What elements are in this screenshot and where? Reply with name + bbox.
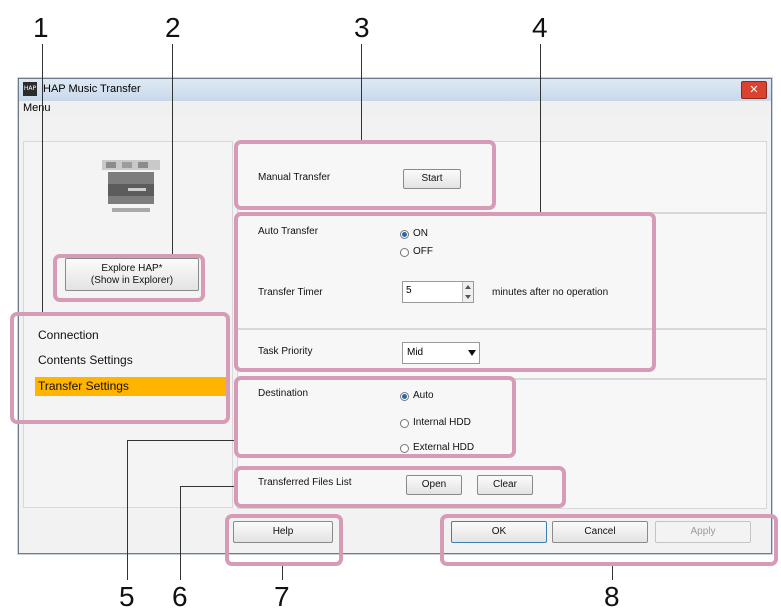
highlight-7-help: [225, 514, 343, 566]
close-button[interactable]: ✕: [741, 81, 767, 99]
highlight-1-nav: [10, 312, 230, 424]
menu-bar: Menu: [19, 101, 771, 117]
callout-4-line: [540, 44, 541, 212]
callout-8-line: [612, 566, 613, 580]
callout-1-line: [42, 44, 43, 312]
app-logo-icon: HAP: [23, 82, 37, 96]
callout-6-elbow: [180, 486, 237, 487]
callout-5-line: [127, 440, 128, 580]
callout-7: 7: [274, 581, 290, 612]
callout-5: 5: [119, 581, 135, 612]
callout-2-line: [172, 44, 173, 254]
highlight-2-explore: [53, 254, 205, 302]
callout-6: 6: [172, 581, 188, 612]
callout-6-line: [180, 486, 181, 580]
callout-7-line: [282, 566, 283, 580]
callout-4: 4: [532, 12, 548, 43]
device-icon: [100, 158, 162, 222]
highlight-3-manual: [234, 140, 496, 210]
title-bar: HAP HAP Music Transfer ✕: [19, 79, 771, 101]
callout-2: 2: [165, 12, 181, 43]
highlight-8-dialog-buttons: [440, 514, 778, 566]
callout-3: 3: [354, 12, 370, 43]
callout-3-line: [361, 44, 362, 140]
callout-1: 1: [33, 12, 49, 43]
menu-item[interactable]: Menu: [23, 102, 51, 114]
callout-8: 8: [604, 581, 620, 612]
highlight-5-destination: [234, 376, 516, 458]
callout-5-elbow: [127, 440, 237, 441]
window-title: HAP Music Transfer: [43, 83, 141, 95]
highlight-6-files: [234, 466, 566, 508]
highlight-4-auto: [234, 212, 656, 372]
